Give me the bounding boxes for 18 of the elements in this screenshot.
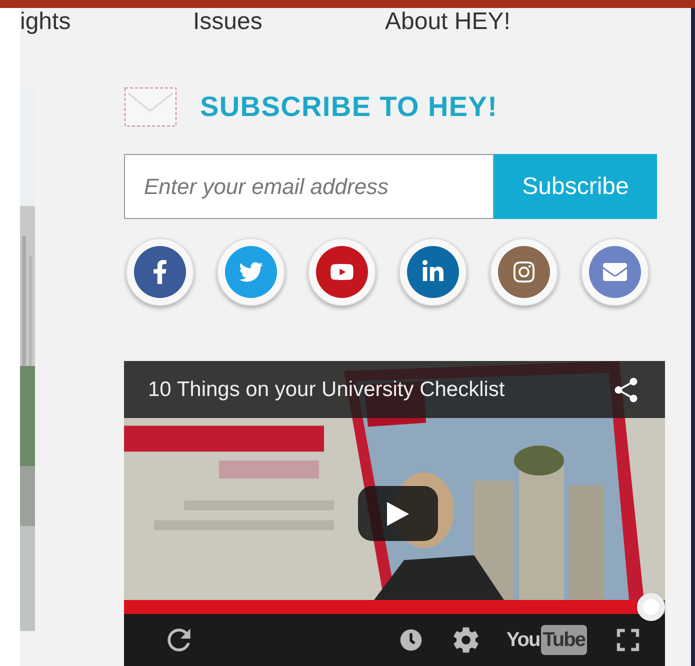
video-title[interactable]: 10 Things on your University Checklist bbox=[148, 374, 505, 406]
nav-link[interactable]: Issues bbox=[193, 8, 385, 36]
play-icon bbox=[387, 502, 409, 526]
play-button[interactable] bbox=[358, 486, 438, 541]
email-field[interactable]: Enter your email address bbox=[124, 154, 494, 219]
envelope-icon bbox=[124, 87, 177, 127]
clock-icon[interactable] bbox=[400, 629, 422, 651]
social-link[interactable] bbox=[399, 238, 467, 306]
social-link[interactable] bbox=[308, 238, 376, 306]
nav-link[interactable]: ights bbox=[20, 8, 193, 36]
progress-handle[interactable] bbox=[637, 593, 665, 621]
social-link[interactable] bbox=[581, 238, 649, 306]
social-link[interactable] bbox=[217, 238, 285, 306]
social-link[interactable] bbox=[126, 238, 194, 306]
social-link[interactable] bbox=[490, 238, 558, 306]
subscribe-heading: SUBSCRIBE TO HEY! bbox=[200, 90, 498, 124]
nav-link[interactable]: About HEY! bbox=[385, 8, 510, 36]
settings-icon[interactable] bbox=[452, 626, 480, 654]
